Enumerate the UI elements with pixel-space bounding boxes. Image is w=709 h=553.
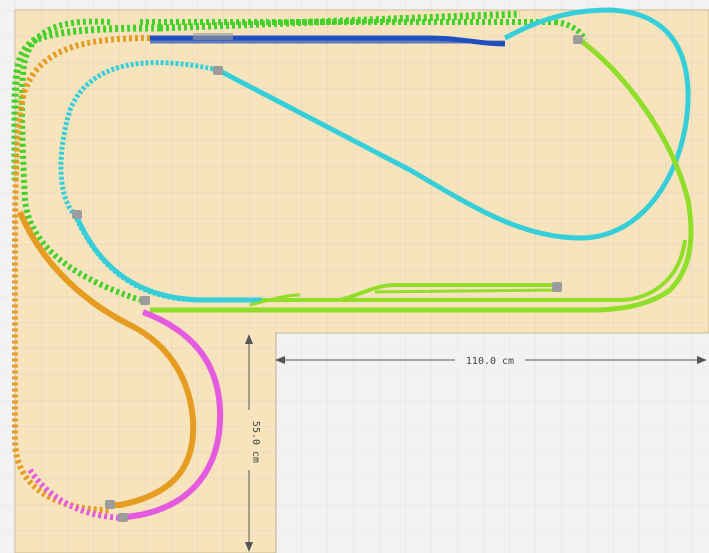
buffer-stop-icon	[213, 66, 223, 75]
buffer-stop-icon	[72, 210, 82, 219]
track-planner-canvas[interactable]: 110.0 cm 55.0 cm	[0, 0, 709, 553]
dimension-width-label: 110.0 cm	[466, 356, 514, 367]
buffer-stop-icon	[118, 513, 128, 522]
buffer-stop-icon	[552, 282, 562, 292]
buffer-stop-icon	[105, 500, 115, 509]
dimension-height-label: 55.0 cm	[250, 421, 261, 463]
buffer-stop-icon	[573, 35, 583, 44]
buffer-stop-icon	[140, 296, 150, 305]
blue-siding-platform	[193, 33, 233, 40]
